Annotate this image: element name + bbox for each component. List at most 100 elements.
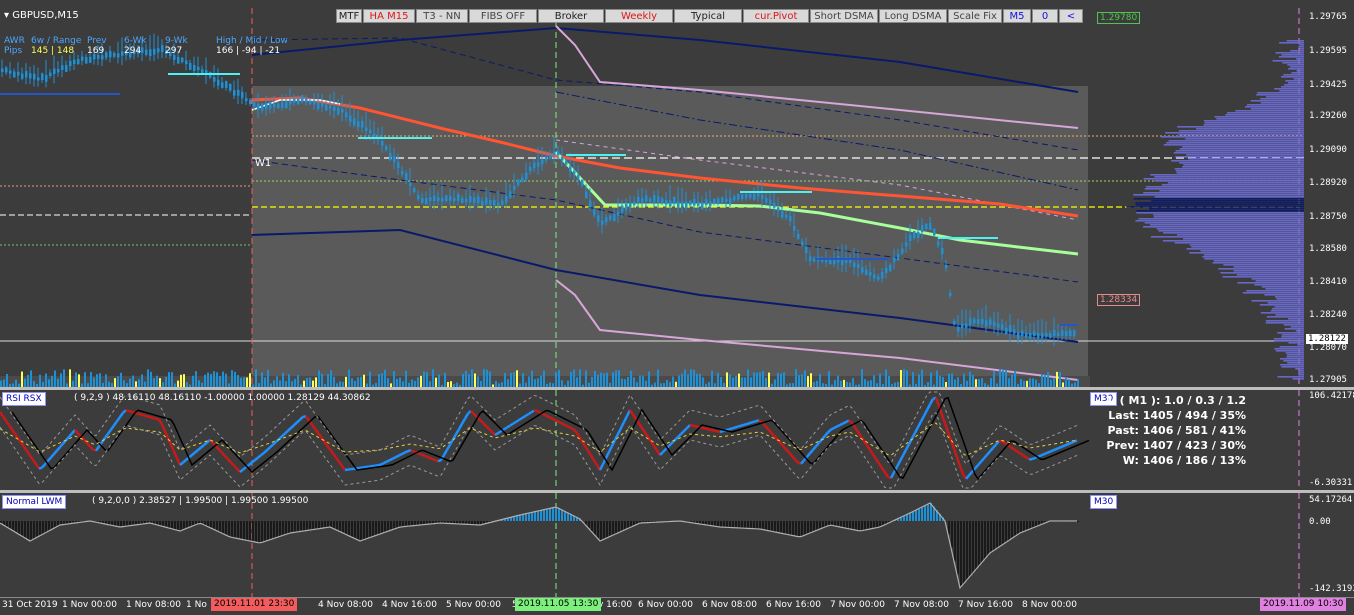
volume-profile-bar	[1281, 86, 1304, 88]
volume-bar	[165, 377, 167, 387]
volume-bar	[888, 376, 890, 387]
volume-bar	[333, 377, 335, 387]
volume-profile-bar	[1200, 250, 1304, 252]
volume-bar	[1047, 372, 1049, 387]
candle-body	[869, 272, 872, 276]
volume-bar	[684, 370, 686, 387]
candle-body	[285, 102, 288, 108]
lwm-histogram-bar	[258, 521, 260, 543]
candle-body	[649, 199, 652, 202]
volume-bar	[264, 377, 266, 387]
candle-body	[909, 235, 912, 241]
rsx-line-segment	[549, 417, 552, 419]
candle-body	[17, 72, 20, 76]
candle-body	[525, 173, 528, 180]
rsx-line-segment	[162, 425, 165, 432]
fibs-off-button[interactable]: FIBS OFF	[469, 9, 537, 23]
volume-profile-bar	[1189, 158, 1304, 160]
rsx-line-segment	[1068, 443, 1071, 444]
volume-profile-bar	[1151, 236, 1304, 238]
rsx-line-segment	[1032, 458, 1035, 459]
lwm-histogram-bar	[603, 521, 605, 540]
lwm-histogram-bar	[555, 507, 557, 521]
volume-profile-bar	[1176, 150, 1304, 152]
broker-button[interactable]: Broker	[538, 9, 604, 23]
lwm-histogram-bar	[243, 521, 245, 540]
long-dsma-button[interactable]: Long DSMA	[879, 9, 947, 23]
volume-bar	[621, 379, 623, 387]
volume-profile-bar	[1271, 310, 1304, 312]
volume-profile-bar	[1177, 126, 1304, 128]
ha-m15-button[interactable]: HA M15	[363, 9, 415, 23]
volume-profile-bar	[1296, 330, 1304, 332]
volume-bar	[183, 374, 185, 387]
volume-bar	[804, 370, 806, 387]
volume-profile-bar	[1277, 332, 1304, 334]
rsx-indicator-pane[interactable]: RSI RSX ( 9,2,9 ) 48.16110 48.16110 -1.0…	[0, 390, 1304, 490]
candle-body	[369, 130, 372, 134]
volume-profile-bar	[1280, 346, 1304, 348]
short-dsma-button[interactable]: Short DSMA	[810, 9, 878, 23]
rsx-line-segment	[876, 459, 879, 464]
candle-body	[293, 98, 296, 102]
lwm-histogram-bar	[219, 521, 221, 532]
volume-bar	[204, 375, 206, 387]
volume-bar	[690, 369, 692, 387]
cur-pivot-button[interactable]: cur.Pivot	[743, 9, 809, 23]
price-tick-label: 1.27905	[1309, 375, 1347, 385]
lwm-histogram-bar	[963, 521, 965, 585]
lwm-histogram-bar	[42, 521, 44, 535]
volume-bar	[297, 375, 299, 387]
candle-body	[681, 202, 684, 207]
lwm-histogram-bar	[873, 521, 875, 528]
candle-body	[321, 103, 324, 107]
lwm-histogram-bar	[270, 521, 272, 540]
volume-bar	[15, 380, 17, 387]
typical-button[interactable]: Typical	[674, 9, 742, 23]
rsx-line-segment	[279, 436, 282, 439]
zero-button[interactable]: 0	[1032, 9, 1058, 23]
lwm-indicator-pane[interactable]: Normal LWM ( 9,2,0,0 ) 2.38527 | 1.99500…	[0, 493, 1304, 597]
t3-nn-button[interactable]: T3 - NN	[416, 9, 468, 23]
volume-profile-bar	[1284, 324, 1304, 326]
volume-profile-bar	[1291, 72, 1304, 74]
volume-bar	[207, 373, 209, 387]
volume-bar	[561, 380, 563, 387]
candle-body	[61, 65, 64, 70]
time-tick-label: 1 Nov 08:00	[126, 600, 181, 610]
mtf-button[interactable]: MTF	[336, 9, 362, 23]
lwm-histogram-bar	[1026, 521, 1028, 531]
back-button[interactable]: <	[1059, 9, 1083, 23]
volume-profile-bar	[1145, 188, 1304, 190]
rsx-line-segment	[978, 462, 981, 465]
candle-body	[777, 207, 780, 211]
candle-body	[453, 198, 456, 201]
candle-body	[873, 274, 876, 278]
volume-bar	[384, 370, 386, 387]
rsx-line-segment	[1011, 447, 1014, 449]
volume-profile-bar	[1191, 246, 1304, 248]
candle-body	[489, 200, 492, 205]
volume-bar	[489, 371, 491, 387]
volume-bar	[795, 369, 797, 387]
volume-profile-bar	[1265, 288, 1304, 290]
rsx-line-segment	[222, 453, 225, 456]
time-axis[interactable]: 31 Oct 20191 Nov 00:001 Nov 08:001 No4 N…	[0, 597, 1354, 615]
price-axis[interactable]: 1.297651.295951.294251.292601.290901.289…	[1304, 0, 1354, 387]
volume-bar	[627, 377, 629, 387]
volume-bar	[687, 375, 689, 387]
rsx-axis[interactable]: 106.42178 -6.30331	[1304, 390, 1354, 490]
lwm-axis[interactable]: 54.17264 0.00 -142.3193	[1304, 493, 1354, 597]
price-chart-pane[interactable]: ▾ GBPUSD,M15 AWR Pips 6w / Range 145 | 1…	[0, 0, 1304, 387]
candle-body	[673, 197, 676, 204]
candle-body	[337, 108, 340, 115]
weekly-button[interactable]: Weekly	[605, 9, 673, 23]
volume-bar	[75, 372, 77, 387]
lwm-histogram-bar	[726, 521, 728, 527]
lwm-histogram-bar	[798, 521, 800, 537]
scale-fix-button[interactable]: Scale Fix	[948, 9, 1002, 23]
time-highlight-pink: 2019.11.09 10:30	[1260, 598, 1346, 611]
m5-button[interactable]: M5	[1003, 9, 1031, 23]
lwm-histogram-bar	[771, 521, 773, 531]
volume-bar	[741, 377, 743, 387]
